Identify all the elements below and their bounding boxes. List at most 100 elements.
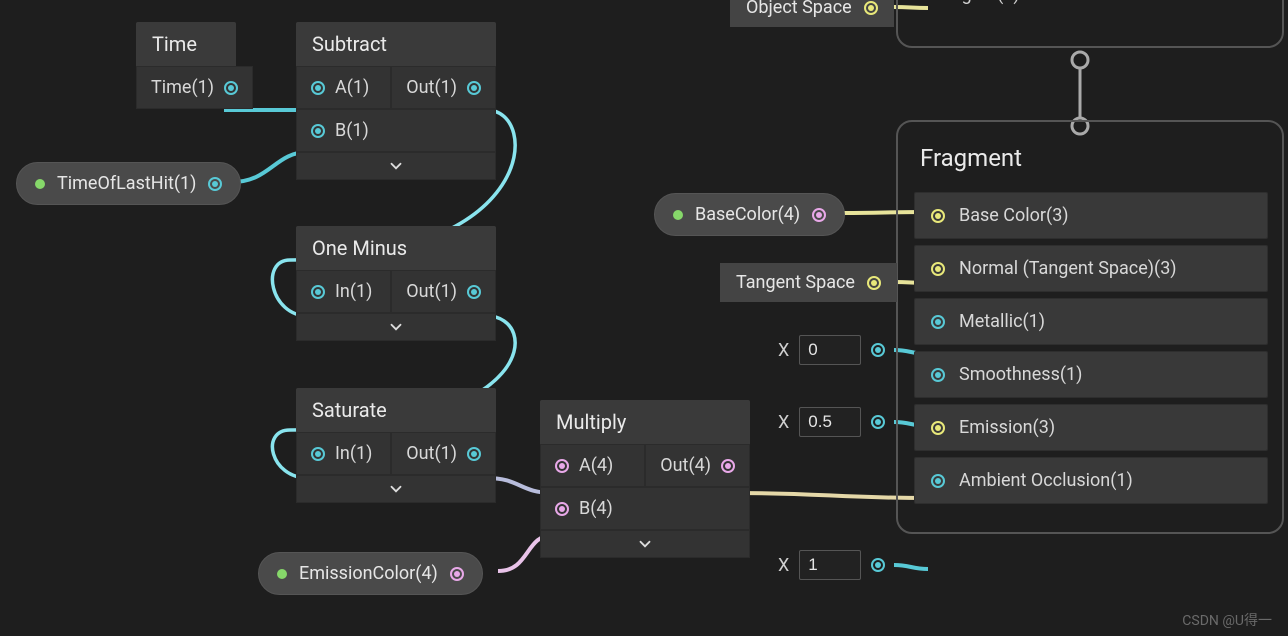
expand-toggle[interactable] — [540, 530, 750, 558]
port-dot-icon — [871, 415, 885, 429]
chevron-down-icon — [636, 535, 654, 553]
port-out[interactable]: Out(1) — [391, 270, 496, 313]
frag-input-normal[interactable]: Normal (Tangent Space)(3) — [914, 245, 1268, 292]
chevron-down-icon — [387, 318, 405, 336]
node-title: Multiply — [540, 400, 750, 444]
port-dot-icon — [721, 459, 735, 473]
value-input[interactable] — [799, 550, 861, 580]
value-input[interactable] — [799, 407, 861, 437]
x-label: X — [778, 555, 789, 576]
port-in-b[interactable]: B(1) — [296, 109, 496, 152]
pill-label: TimeOfLastHit(1) — [57, 173, 196, 194]
block-title: Fragment — [914, 140, 1266, 186]
vertex-block-partial[interactable]: Tangent(3) — [896, 0, 1284, 48]
selector-label: Tangent Space — [736, 272, 855, 293]
port-out-time[interactable]: Time(1) — [136, 66, 253, 109]
port-in-a[interactable]: A(1) — [296, 66, 391, 109]
input-label: Ambient Occlusion(1) — [959, 470, 1133, 491]
property-indicator-icon — [35, 179, 45, 189]
input-label: Smoothness(1) — [959, 364, 1082, 385]
node-title: Subtract — [296, 22, 496, 66]
node-time[interactable]: Time Time(1) — [136, 22, 236, 109]
port-dot-icon — [931, 368, 945, 382]
input-label: Normal (Tangent Space)(3) — [959, 258, 1177, 279]
port-dot-icon — [467, 447, 481, 461]
port-dot-icon — [224, 81, 238, 95]
port-dot-icon — [871, 558, 885, 572]
frag-input-emission[interactable]: Emission(3) — [914, 404, 1268, 451]
property-emission-color[interactable]: EmissionColor(4) — [258, 552, 483, 595]
port-dot-icon — [931, 421, 945, 435]
space-selector-object[interactable]: Object Space — [730, 0, 894, 27]
port-label: In(1) — [335, 443, 372, 464]
node-title: Time — [136, 22, 236, 66]
port-in-b[interactable]: B(4) — [540, 487, 750, 530]
inline-value-metallic[interactable]: X — [778, 335, 885, 365]
x-label: X — [778, 412, 789, 433]
port-label: In(1) — [335, 281, 372, 302]
node-subtract[interactable]: Subtract A(1) Out(1) B(1) — [296, 22, 496, 180]
port-label: Out(1) — [406, 77, 457, 98]
port-dot-icon — [812, 208, 826, 222]
port-label: Out(1) — [406, 281, 457, 302]
port-label: A(4) — [579, 455, 613, 476]
port-dot-icon — [467, 285, 481, 299]
space-selector-tangent[interactable]: Tangent Space — [720, 263, 897, 302]
selector-label: Object Space — [746, 0, 852, 18]
property-indicator-icon — [277, 569, 287, 579]
node-multiply[interactable]: Multiply A(4) Out(4) B(4) — [540, 400, 750, 558]
port-label: B(4) — [579, 498, 613, 519]
property-base-color[interactable]: BaseColor(4) — [654, 193, 845, 236]
input-label: Tangent(3) — [932, 0, 1020, 5]
port-dot-icon — [871, 343, 885, 357]
watermark: CSDN @U得一 — [1182, 610, 1272, 630]
fragment-block[interactable]: Fragment Base Color(3) Normal (Tangent S… — [896, 120, 1284, 534]
port-dot-icon — [311, 124, 325, 138]
property-indicator-icon — [673, 210, 683, 220]
expand-toggle[interactable] — [296, 475, 496, 503]
port-in[interactable]: In(1) — [296, 270, 391, 313]
frag-input-base-color[interactable]: Base Color(3) — [914, 192, 1268, 239]
port-out[interactable]: Out(1) — [391, 66, 496, 109]
input-label: Base Color(3) — [959, 205, 1069, 226]
node-title: Saturate — [296, 388, 496, 432]
port-dot-icon — [931, 474, 945, 488]
input-label: Emission(3) — [959, 417, 1055, 438]
chevron-down-icon — [387, 480, 405, 498]
port-dot-icon — [311, 447, 325, 461]
port-in-a[interactable]: A(4) — [540, 444, 645, 487]
node-title: One Minus — [296, 226, 496, 270]
chevron-down-icon — [387, 157, 405, 175]
inline-value-ao[interactable]: X — [778, 550, 885, 580]
value-input[interactable] — [799, 335, 861, 365]
expand-toggle[interactable] — [296, 313, 496, 341]
node-saturate[interactable]: Saturate In(1) Out(1) — [296, 388, 496, 503]
port-label: Time(1) — [151, 77, 214, 98]
node-one-minus[interactable]: One Minus In(1) Out(1) — [296, 226, 496, 341]
port-dot-icon — [450, 567, 464, 581]
pill-label: BaseColor(4) — [695, 204, 800, 225]
property-time-of-last-hit[interactable]: TimeOfLastHit(1) — [16, 162, 241, 205]
frag-input-smoothness[interactable]: Smoothness(1) — [914, 351, 1268, 398]
expand-toggle[interactable] — [296, 152, 496, 180]
port-out[interactable]: Out(4) — [645, 444, 750, 487]
port-label: B(1) — [335, 120, 369, 141]
frag-input-tangent[interactable]: Tangent(3) — [914, 0, 1266, 5]
port-out[interactable]: Out(1) — [391, 432, 496, 475]
pill-label: EmissionColor(4) — [299, 563, 438, 584]
port-dot-icon — [208, 177, 222, 191]
port-dot-icon — [467, 81, 481, 95]
port-dot-icon — [931, 209, 945, 223]
port-label: A(1) — [335, 77, 369, 98]
port-dot-icon — [311, 81, 325, 95]
frag-input-ao[interactable]: Ambient Occlusion(1) — [914, 457, 1268, 504]
inline-value-smoothness[interactable]: X — [778, 407, 885, 437]
port-dot-icon — [555, 502, 569, 516]
port-dot-icon — [864, 1, 878, 15]
port-dot-icon — [311, 285, 325, 299]
x-label: X — [778, 340, 789, 361]
frag-input-metallic[interactable]: Metallic(1) — [914, 298, 1268, 345]
port-label: Out(1) — [406, 443, 457, 464]
port-in[interactable]: In(1) — [296, 432, 391, 475]
port-label: Out(4) — [660, 455, 711, 476]
